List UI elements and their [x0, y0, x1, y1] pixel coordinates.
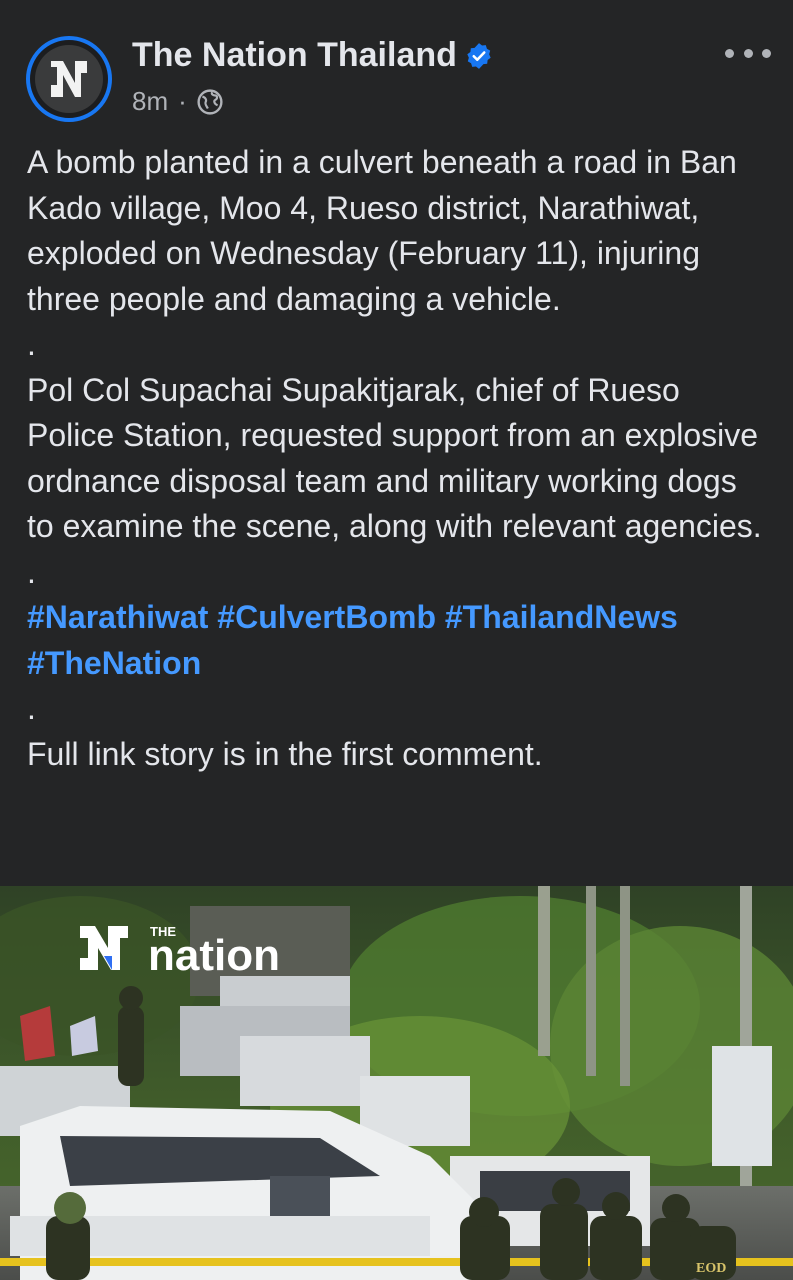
watermark-nation: nation: [148, 931, 280, 980]
post-paragraph-2: Pol Col Supachai Supakitjarak, chief of …: [27, 371, 762, 545]
page-name[interactable]: The Nation Thailand: [132, 36, 457, 75]
more-dot: [743, 48, 753, 58]
verified-badge-icon: [467, 42, 491, 69]
meta-separator: ·: [178, 86, 187, 116]
globe-icon: [197, 88, 223, 115]
post-paragraph-3: Full link story is in the first comment.: [27, 735, 543, 772]
hashtag-thenation[interactable]: #TheNation: [27, 645, 201, 681]
eod-badge: EOD: [696, 1261, 726, 1276]
more-dot: [762, 48, 771, 58]
post-body: A bomb planted in a culvert beneath a ro…: [27, 140, 772, 777]
post-meta: 8m ·: [132, 86, 223, 117]
hashtag-thailandnews[interactable]: #ThailandNews: [445, 599, 678, 635]
page-avatar[interactable]: [26, 36, 112, 122]
post-paragraph-1: A bomb planted in a culvert beneath a ro…: [27, 144, 737, 317]
hashtag-narathiwat[interactable]: #Narathiwat: [27, 599, 208, 635]
separator-dot-2: .: [27, 553, 36, 590]
post-photo[interactable]: THE nation EOD: [0, 886, 793, 1280]
page-name-row: The Nation Thailand: [132, 36, 493, 75]
more-dot: [725, 48, 734, 58]
hashtag-culvertbomb[interactable]: #CulvertBomb: [217, 599, 436, 635]
separator-dot-3: .: [27, 690, 36, 726]
hashtag-list: #Narathiwat #CulvertBomb #ThailandNews #…: [27, 595, 772, 686]
more-options-icon[interactable]: [725, 38, 771, 68]
post-header: The Nation Thailand 8m ·: [0, 0, 793, 130]
separator-dot-1: .: [27, 326, 36, 362]
scene-illustration: THE nation EOD: [0, 886, 793, 1280]
post-time[interactable]: 8m: [132, 86, 168, 117]
nation-logo-icon: [35, 45, 103, 113]
